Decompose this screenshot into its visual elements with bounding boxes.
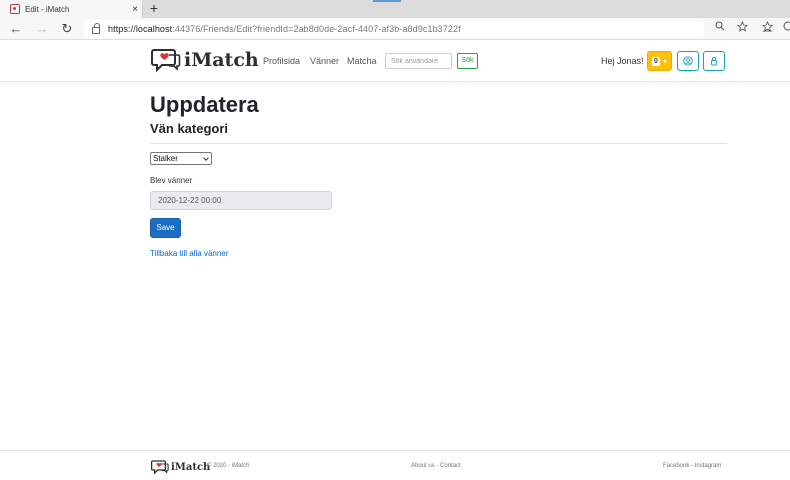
lock-icon (92, 23, 100, 34)
category-selected-value: Stalker (153, 154, 178, 163)
footer-brand: iMatch (151, 459, 210, 475)
save-button[interactable]: Save (150, 218, 181, 238)
url-text: https://localhost:44376/Friends/Edit?fri… (108, 24, 461, 34)
nav-link-profilsida[interactable]: Profilsida (263, 56, 300, 66)
zoom-icon[interactable] (712, 21, 728, 37)
back-to-friends-link[interactable]: Tillbaka till alla vänner (150, 249, 228, 258)
profile-icon[interactable] (780, 21, 790, 37)
url-host: https://localhost (108, 24, 173, 34)
greeting-text: Hej Jonas! (601, 56, 644, 66)
brand-link[interactable]: iMatch (151, 47, 259, 73)
about-us-link[interactable]: About us (411, 463, 435, 469)
nav-link-vanner[interactable]: Vänner (310, 56, 339, 66)
brand-name: iMatch (184, 49, 259, 71)
imatch-logo-icon (151, 460, 169, 475)
imatch-favicon-icon (10, 4, 20, 14)
imatch-logo-icon (151, 47, 181, 73)
divider (150, 143, 727, 144)
footer-links: About us - Contact (411, 463, 461, 469)
friends-since-field: 2020-12-22 00:00 (150, 191, 332, 210)
page-title: Uppdatera (150, 92, 259, 117)
friends-since-label: Blev vänner (150, 176, 193, 185)
notification-dropdown-button[interactable]: 0 (647, 51, 672, 71)
tab-close-icon[interactable]: × (128, 4, 142, 15)
copyright-text: © 2020 - iMatch (207, 463, 250, 469)
chevron-down-icon (203, 155, 209, 161)
user-circle-icon (683, 56, 693, 66)
caret-down-icon (662, 59, 667, 63)
social-links: Facebook - Instagram (663, 463, 721, 469)
browser-tab-strip: Edit - iMatch × + (0, 0, 790, 18)
browser-tab[interactable]: Edit - iMatch × (0, 0, 143, 18)
notification-count-badge: 0 (652, 56, 660, 66)
logout-button[interactable] (703, 51, 725, 71)
browser-toolbar: ← → ↻ https://localhost:44376/Friends/Ed… (0, 18, 790, 40)
tab-accent-bar (373, 0, 401, 2)
instagram-link[interactable]: Instagram (695, 463, 722, 469)
search-button[interactable]: Sök (457, 53, 478, 69)
facebook-link[interactable]: Facebook (663, 463, 689, 469)
forward-arrow-icon[interactable]: → (34, 21, 50, 37)
profile-button[interactable] (677, 51, 699, 71)
address-bar[interactable]: https://localhost:44376/Friends/Edit?fri… (84, 20, 704, 38)
site-footer: iMatch © 2020 - iMatch About us - Contac… (0, 450, 790, 480)
collections-icon[interactable] (759, 20, 775, 37)
favorite-star-icon[interactable] (734, 20, 750, 37)
tab-title: Edit - iMatch (25, 4, 70, 14)
url-path: :44376/Friends/Edit?friendId=2ab8d0de-2a… (172, 24, 461, 34)
nav-link-matcha[interactable]: Matcha (347, 56, 377, 66)
form-subtitle: Vän kategori (150, 121, 229, 136)
new-tab-icon[interactable]: + (147, 0, 161, 18)
footer-brand-name: iMatch (171, 461, 211, 473)
user-search-input[interactable] (385, 53, 452, 69)
site-navbar: iMatch Profilsida Vänner Matcha Sök Hej … (0, 40, 790, 82)
back-arrow-icon[interactable]: ← (8, 21, 24, 37)
reload-icon[interactable]: ↻ (59, 21, 75, 37)
friend-category-select[interactable]: Stalker (150, 152, 212, 165)
lock-icon (711, 57, 717, 66)
contact-link[interactable]: Contact (440, 463, 461, 469)
